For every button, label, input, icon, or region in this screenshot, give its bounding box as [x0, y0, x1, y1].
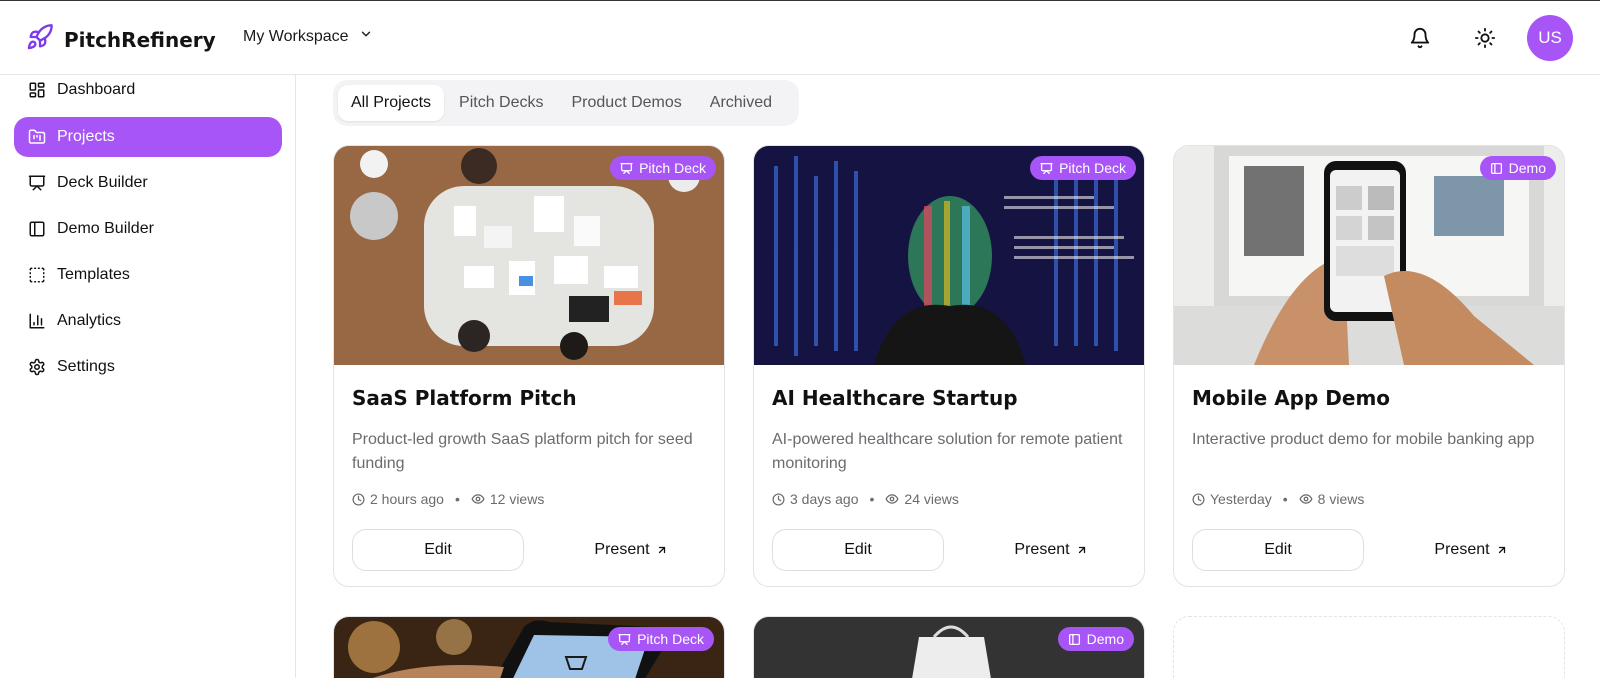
panel-icon	[1068, 633, 1080, 645]
last-updated: Yesterday	[1210, 491, 1272, 507]
chevron-down-icon	[359, 27, 373, 46]
tab-pitch-decks[interactable]: Pitch Decks	[446, 85, 556, 121]
sidebar-item-label: Analytics	[57, 312, 122, 329]
separator-dot: •	[454, 491, 460, 507]
sidebar-item-settings[interactable]: Settings	[14, 347, 282, 387]
project-card[interactable]: Pitch Deck	[333, 616, 725, 678]
sun-icon[interactable]	[1472, 25, 1498, 51]
project-title: AI Healthcare Startup	[772, 386, 1018, 410]
badge-label: Pitch Deck	[639, 160, 706, 176]
sidebar-item-label: Templates	[57, 266, 130, 283]
new-project-card[interactable]	[1173, 616, 1565, 678]
clock-icon	[352, 492, 365, 506]
sidebar-item-demo-builder[interactable]: Demo Builder	[14, 209, 282, 249]
rocket-icon	[26, 23, 54, 56]
sidebar-item-deck-builder[interactable]: Deck Builder	[14, 163, 282, 203]
arrow-up-right-icon	[1498, 546, 1505, 554]
badge-label: Pitch Deck	[1059, 160, 1126, 176]
tab-archived[interactable]: Archived	[697, 85, 785, 121]
sidebar-item-label: Dashboard	[57, 81, 136, 98]
project-title: Mobile App Demo	[1192, 386, 1391, 410]
project-type-badge: Pitch Deck	[608, 627, 714, 651]
clock-icon	[1192, 492, 1205, 506]
workspace-selector[interactable]: My Workspace	[243, 27, 373, 46]
separator-dot: •	[1282, 491, 1288, 507]
project-meta: Yesterday • 8 views	[1192, 491, 1364, 507]
present-button[interactable]: Present	[552, 529, 710, 571]
project-type-badge: Demo	[1479, 156, 1556, 180]
presentation-icon	[28, 175, 46, 191]
projects-icon	[28, 129, 46, 144]
badge-label: Demo	[1508, 160, 1546, 176]
sidebar-item-templates[interactable]: Templates	[14, 255, 282, 295]
analytics-icon	[29, 313, 45, 329]
badge-label: Demo	[1086, 631, 1124, 647]
sidebar-item-dashboard[interactable]: Dashboard	[14, 70, 282, 110]
separator-dot: •	[869, 491, 875, 507]
present-button[interactable]: Present	[972, 529, 1130, 571]
present-label: Present	[1434, 541, 1490, 558]
templates-icon	[29, 267, 45, 283]
sidebar-item-label: Deck Builder	[57, 174, 148, 191]
eye-icon	[885, 494, 899, 504]
project-meta: 2 hours ago • 12 views	[352, 491, 544, 507]
project-description: Product-led growth SaaS platform pitch f…	[352, 431, 693, 472]
sidebar: Dashboard Projects Deck Builder Demo Bui…	[0, 75, 296, 678]
project-description: AI-powered healthcare solution for remot…	[772, 431, 1123, 472]
project-type-badge: Pitch Deck	[1030, 156, 1136, 180]
sidebar-item-label: Projects	[57, 128, 115, 145]
project-card[interactable]: Pitch Deck SaaS Platform Pitch Product-l…	[333, 145, 725, 587]
project-card[interactable]: Demo	[753, 616, 1145, 678]
arrow-up-right-icon	[658, 546, 665, 554]
project-meta: 3 days ago • 24 views	[772, 491, 959, 507]
gear-icon	[29, 358, 45, 376]
project-thumbnail: Pitch Deck	[754, 146, 1144, 365]
edit-button[interactable]: Edit	[1192, 529, 1364, 571]
dashboard-icon	[29, 82, 45, 98]
present-label: Present	[1014, 541, 1070, 558]
bell-icon[interactable]	[1407, 25, 1433, 51]
edit-button[interactable]: Edit	[352, 529, 524, 571]
last-updated: 2 hours ago	[370, 491, 444, 507]
project-type-badge: Pitch Deck	[610, 156, 716, 180]
tab-all-projects[interactable]: All Projects	[338, 85, 445, 121]
edit-button[interactable]: Edit	[772, 529, 944, 571]
top-header: PitchRefinery My Workspace US	[0, 0, 1600, 75]
eye-icon	[471, 494, 485, 504]
sidebar-item-label: Demo Builder	[57, 220, 154, 237]
present-button[interactable]: Present	[1392, 529, 1550, 571]
clock-icon	[772, 492, 785, 506]
project-type-badge: Demo	[1057, 627, 1134, 651]
presentation-icon	[618, 633, 631, 645]
tab-product-demos[interactable]: Product Demos	[559, 85, 695, 121]
eye-icon	[1299, 494, 1313, 504]
project-title: SaaS Platform Pitch	[352, 386, 577, 410]
arrow-up-right-icon	[1078, 546, 1085, 554]
view-count: 12 views	[489, 491, 545, 507]
present-label: Present	[594, 541, 650, 558]
brand-name: PitchRefinery	[64, 27, 216, 52]
workspace-label: My Workspace	[243, 27, 349, 45]
user-avatar[interactable]: US	[1527, 15, 1573, 61]
project-thumbnail: Demo	[1174, 146, 1564, 365]
view-count: 8 views	[1317, 491, 1365, 507]
project-thumbnail: Pitch Deck	[334, 146, 724, 365]
panel-icon	[29, 221, 45, 237]
badge-label: Pitch Deck	[637, 631, 704, 647]
panel-icon	[1490, 162, 1502, 174]
project-card[interactable]: Demo Mobile App Demo Interactive product…	[1173, 145, 1565, 587]
view-count: 24 views	[904, 491, 959, 507]
presentation-icon	[620, 162, 633, 174]
project-card[interactable]: Pitch Deck AI Healthcare Startup AI-powe…	[753, 145, 1145, 587]
sidebar-item-analytics[interactable]: Analytics	[14, 301, 282, 341]
sidebar-item-label: Settings	[57, 358, 115, 375]
last-updated: 3 days ago	[790, 491, 859, 507]
project-description: Interactive product demo for mobile bank…	[1192, 431, 1535, 448]
presentation-icon	[1040, 162, 1053, 174]
brand-logo[interactable]: PitchRefinery	[26, 23, 216, 56]
sidebar-item-projects[interactable]: Projects	[14, 117, 282, 157]
project-filter-tabs: All Projects Pitch Decks Product Demos A…	[333, 80, 799, 126]
